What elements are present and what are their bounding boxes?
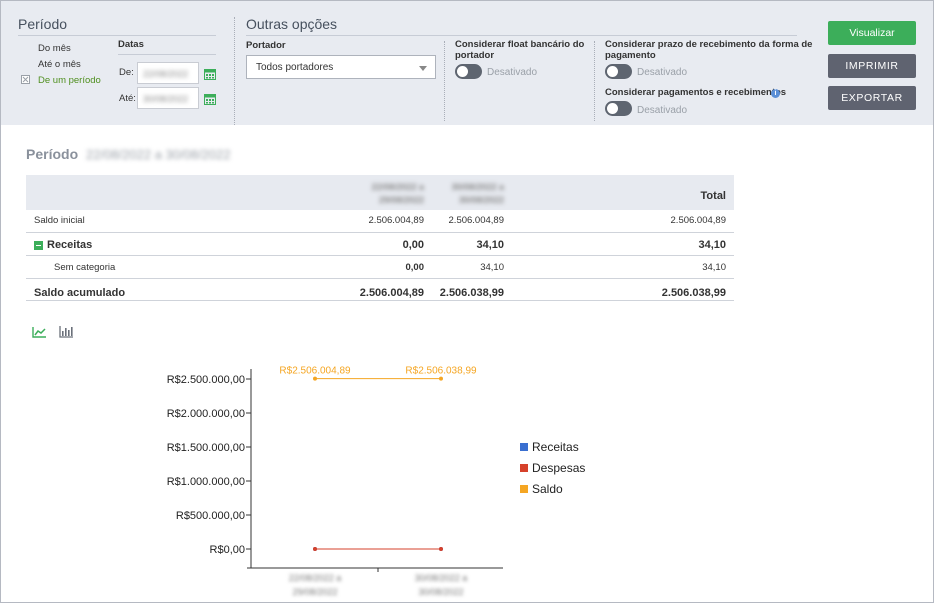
y-tick-label: R$1.500.000,00 <box>167 442 245 454</box>
periodo-section-title: Período <box>18 16 68 32</box>
float-label-line1: Considerar float bancário do <box>455 39 585 50</box>
row-label: Receitas <box>47 239 93 251</box>
date-from-value: 22/08/2022 <box>143 69 189 79</box>
x-tick-label: 30/08/2022 <box>418 587 463 597</box>
float-label-line2: portador <box>455 50 495 61</box>
chevron-down-icon <box>419 66 427 71</box>
period-option-de-um-periodo[interactable]: De um período <box>38 75 101 86</box>
row-label: Saldo acumulado <box>34 287 126 299</box>
pagamentos-toggle[interactable] <box>605 101 632 116</box>
portador-label: Portador <box>246 40 286 51</box>
period-option-do-mes[interactable]: Do mês <box>38 43 71 54</box>
float-toggle-state: Desativado <box>487 67 538 78</box>
date-to-value: 30/08/2022 <box>143 94 189 104</box>
portador-select-value: Todos portadores <box>256 62 334 73</box>
row-total: 2.506.004,89 <box>670 215 726 226</box>
row-label: Saldo inicial <box>34 215 85 226</box>
toggle-knob <box>457 66 468 77</box>
legend-swatch-saldo <box>520 485 528 493</box>
calendar-icon[interactable] <box>204 68 216 80</box>
prazo-toggle[interactable] <box>605 64 632 79</box>
data-point-despesas <box>313 547 317 551</box>
row-total: 34,10 <box>698 239 726 251</box>
bar-chart-icon[interactable] <box>59 325 74 338</box>
divider <box>118 54 216 55</box>
data-point-saldo <box>439 376 443 381</box>
exportar-button[interactable]: EXPORTAR <box>828 86 916 110</box>
prazo-label-line1: Considerar prazo de recebimento da forma… <box>605 39 813 50</box>
ate-label: Até: <box>119 93 136 104</box>
legend-label-saldo: Saldo <box>532 482 563 496</box>
date-from-input[interactable]: 22/08/2022 <box>137 62 199 84</box>
row-col2: 34,10 <box>480 262 504 273</box>
y-tick-label: R$2.000.000,00 <box>167 408 245 420</box>
calendar-icon[interactable] <box>204 93 216 105</box>
table-row: Receitas 0,00 34,10 34,10 <box>26 233 734 256</box>
outras-opcoes-title: Outras opções <box>246 16 338 32</box>
data-point-saldo <box>313 376 317 381</box>
portador-select[interactable]: Todos portadores <box>246 55 436 79</box>
y-tick-label: R$0,00 <box>210 544 245 556</box>
line-chart: R$0,00 R$500.000,00 R$1.000.000,00 R$1.500.… <box>167 366 586 597</box>
col2-header-line2: 30/08/2022 <box>458 195 504 205</box>
row-label: Sem categoria <box>54 262 116 273</box>
pagamentos-label: Considerar pagamentos e recebimentos <box>605 87 787 98</box>
row-col2: 2.506.038,99 <box>439 287 504 299</box>
data-point-despesas <box>439 547 443 551</box>
report-period-label: Período <box>26 146 79 162</box>
legend-swatch-receitas <box>520 443 528 451</box>
line-chart-icon[interactable] <box>32 326 47 338</box>
data-label: R$2.506.004,89 <box>279 366 351 377</box>
row-col2: 34,10 <box>476 239 504 251</box>
row-total: 34,10 <box>702 262 726 273</box>
report-period-title: Período 22/08/2022 a 30/08/2022 <box>26 146 231 162</box>
divider <box>246 35 797 36</box>
row-total: 2.506.038,99 <box>661 287 726 299</box>
y-tick-label: R$2.500.000,00 <box>167 374 245 386</box>
col1-header-line1: 22/08/2022 a <box>371 182 424 192</box>
info-icon[interactable]: i <box>771 89 780 98</box>
filter-panel: Período Do mês Até o mês De um período D… <box>1 1 933 125</box>
de-label: De: <box>119 67 134 78</box>
checkbox-icon[interactable] <box>21 75 30 84</box>
pagamentos-toggle-state: Desativado <box>637 105 688 116</box>
prazo-label-line2: pagamento <box>605 50 656 61</box>
period-option-ate-o-mes[interactable]: Até o mês <box>38 59 81 70</box>
report-period-range: 22/08/2022 a 30/08/2022 <box>86 147 231 162</box>
table-row: Saldo acumulado 2.506.004,89 2.506.038,9… <box>26 279 734 301</box>
divider <box>18 35 216 36</box>
date-to-input[interactable]: 30/08/2022 <box>137 87 199 109</box>
row-col2: 2.506.004,89 <box>448 215 504 226</box>
prazo-toggle-state: Desativado <box>637 67 688 78</box>
x-tick-label: 30/08/2022 a <box>415 573 468 583</box>
x-tick-label: 29/08/2022 <box>292 587 337 597</box>
col1-header-line2: 29/08/2022 <box>378 195 424 205</box>
section-separator <box>594 41 595 121</box>
datas-label: Datas <box>118 39 144 50</box>
y-tick-label: R$1.000.000,00 <box>167 476 245 488</box>
legend-swatch-despesas <box>520 464 528 472</box>
table-header: 22/08/2022 a 29/08/2022 30/08/2022 a 30/… <box>26 175 734 210</box>
table-row: Sem categoria 0,00 34,10 34,10 <box>26 256 734 279</box>
visualizar-button[interactable]: Visualizar <box>828 21 916 45</box>
y-tick-label: R$500.000,00 <box>176 510 245 522</box>
toggle-knob <box>607 66 618 77</box>
col2-header-line1: 30/08/2022 a <box>451 182 504 192</box>
imprimir-button[interactable]: IMPRIMIR <box>828 54 916 78</box>
toggle-knob <box>607 103 618 114</box>
section-separator <box>444 41 445 121</box>
table-row: Saldo inicial 2.506.004,89 2.506.004,89 … <box>26 210 734 233</box>
data-label: R$2.506.038,99 <box>405 366 477 377</box>
section-separator <box>234 17 235 125</box>
float-toggle[interactable] <box>455 64 482 79</box>
legend-label-despesas: Despesas <box>532 461 585 475</box>
legend-label-receitas: Receitas <box>532 440 579 454</box>
x-tick-label: 22/08/2022 a <box>289 573 342 583</box>
col-total-header: Total <box>700 190 726 202</box>
